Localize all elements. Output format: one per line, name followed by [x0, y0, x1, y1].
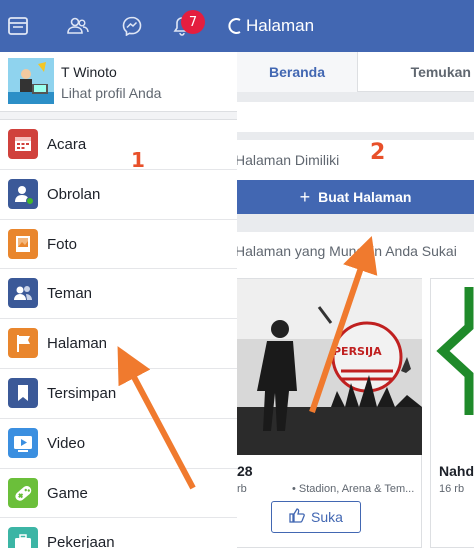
- page-name[interactable]: Nahdl: [439, 463, 474, 479]
- profile-name: T Winoto: [61, 64, 117, 80]
- section-title: Halaman Dimiliki: [237, 152, 340, 168]
- menu-item-obrolan[interactable]: Obrolan: [0, 170, 237, 220]
- thumbs-up-icon: [289, 508, 305, 526]
- menu-item-video[interactable]: Video: [0, 419, 237, 469]
- page-card[interactable]: Nahdl 16 rb: [430, 278, 474, 548]
- friends-icon: [8, 278, 38, 309]
- pages-content: Beranda Temukan Halaman Dimiliki + Buat …: [237, 52, 474, 548]
- page-likes: rb: [237, 483, 247, 495]
- menu-item-label: Acara: [47, 136, 87, 153]
- suggested-pages-section: Halaman yang Mungkin Anda Sukai PERSIJA: [237, 232, 474, 548]
- calendar-icon: [8, 129, 38, 159]
- tab-bar: Beranda Temukan: [237, 52, 474, 92]
- page-name[interactable]: 28: [237, 463, 253, 479]
- tab-temukan[interactable]: Temukan: [359, 52, 474, 92]
- step-number-2: 2: [370, 140, 386, 165]
- section-title: Halaman yang Mungkin Anda Sukai: [237, 243, 457, 259]
- menu-item-label: Foto: [47, 235, 78, 253]
- page-cover-photo: PERSIJA: [237, 279, 422, 455]
- spacer: [237, 102, 474, 132]
- page-category: • Stadion, Arena & Tem...: [292, 483, 415, 495]
- menu-item-tersimpan[interactable]: Tersimpan: [0, 369, 237, 419]
- page-title: Halaman: [246, 16, 315, 35]
- page-cover-photo: [431, 279, 474, 455]
- notification-badge: 7: [181, 10, 205, 34]
- menu-item-label: Video: [47, 434, 86, 452]
- friends-icon[interactable]: [66, 14, 90, 38]
- create-page-button[interactable]: + Buat Halaman: [237, 180, 474, 214]
- menu-item-halaman[interactable]: Halaman: [0, 319, 237, 369]
- create-page-label: Buat Halaman: [318, 189, 412, 205]
- search-icon[interactable]: [228, 16, 244, 36]
- bookmark-icon: [8, 377, 38, 408]
- profile-link[interactable]: Lihat profil Anda: [61, 85, 161, 101]
- menu-item-label: Obrolan: [47, 185, 101, 203]
- flag-icon: [8, 328, 38, 359]
- tab-beranda[interactable]: Beranda: [237, 52, 358, 92]
- photo-icon: [8, 228, 38, 259]
- messenger-icon[interactable]: [120, 14, 144, 38]
- menu-item-game[interactable]: Game: [0, 469, 237, 519]
- menu-item-label: Pekerjaan: [47, 534, 115, 548]
- chat-person-icon: [8, 178, 38, 209]
- briefcase-icon: [8, 527, 38, 548]
- divider: [237, 132, 474, 140]
- menu-item-pekerjaan[interactable]: Pekerjaan: [0, 518, 237, 548]
- profile-row[interactable]: T Winoto Lihat profil Anda: [0, 52, 237, 112]
- menu-item-foto[interactable]: Foto: [0, 220, 237, 270]
- video-icon: [8, 427, 38, 458]
- like-label: Suka: [311, 509, 343, 525]
- page-cover-text: PERSIJA: [333, 345, 382, 358]
- game-icon: [8, 477, 38, 508]
- menu-item-acara[interactable]: Acara: [0, 120, 237, 170]
- menu-item-label: Game: [47, 484, 88, 502]
- divider: [0, 112, 237, 120]
- menu-item-label: Teman: [47, 285, 93, 303]
- navigation-drawer: T Winoto Lihat profil Anda Acara Obrolan…: [0, 52, 237, 548]
- page-card[interactable]: PERSIJA 28 rb • Stadion, Arena & Tem... …: [237, 278, 422, 548]
- owned-pages-section: Halaman Dimiliki + Buat Halaman: [237, 140, 474, 214]
- page-likes: 16 rb: [439, 483, 465, 495]
- avatar: [8, 58, 54, 104]
- plus-icon: +: [299, 186, 311, 207]
- top-bar: 7 Halaman: [0, 0, 474, 52]
- menu-item-label: Halaman: [47, 335, 108, 353]
- like-button[interactable]: Suka: [271, 501, 361, 533]
- feed-icon[interactable]: [6, 14, 30, 38]
- menu-item-teman[interactable]: Teman: [0, 269, 237, 320]
- step-number-1: 1: [131, 148, 145, 172]
- menu-item-label: Tersimpan: [47, 384, 117, 402]
